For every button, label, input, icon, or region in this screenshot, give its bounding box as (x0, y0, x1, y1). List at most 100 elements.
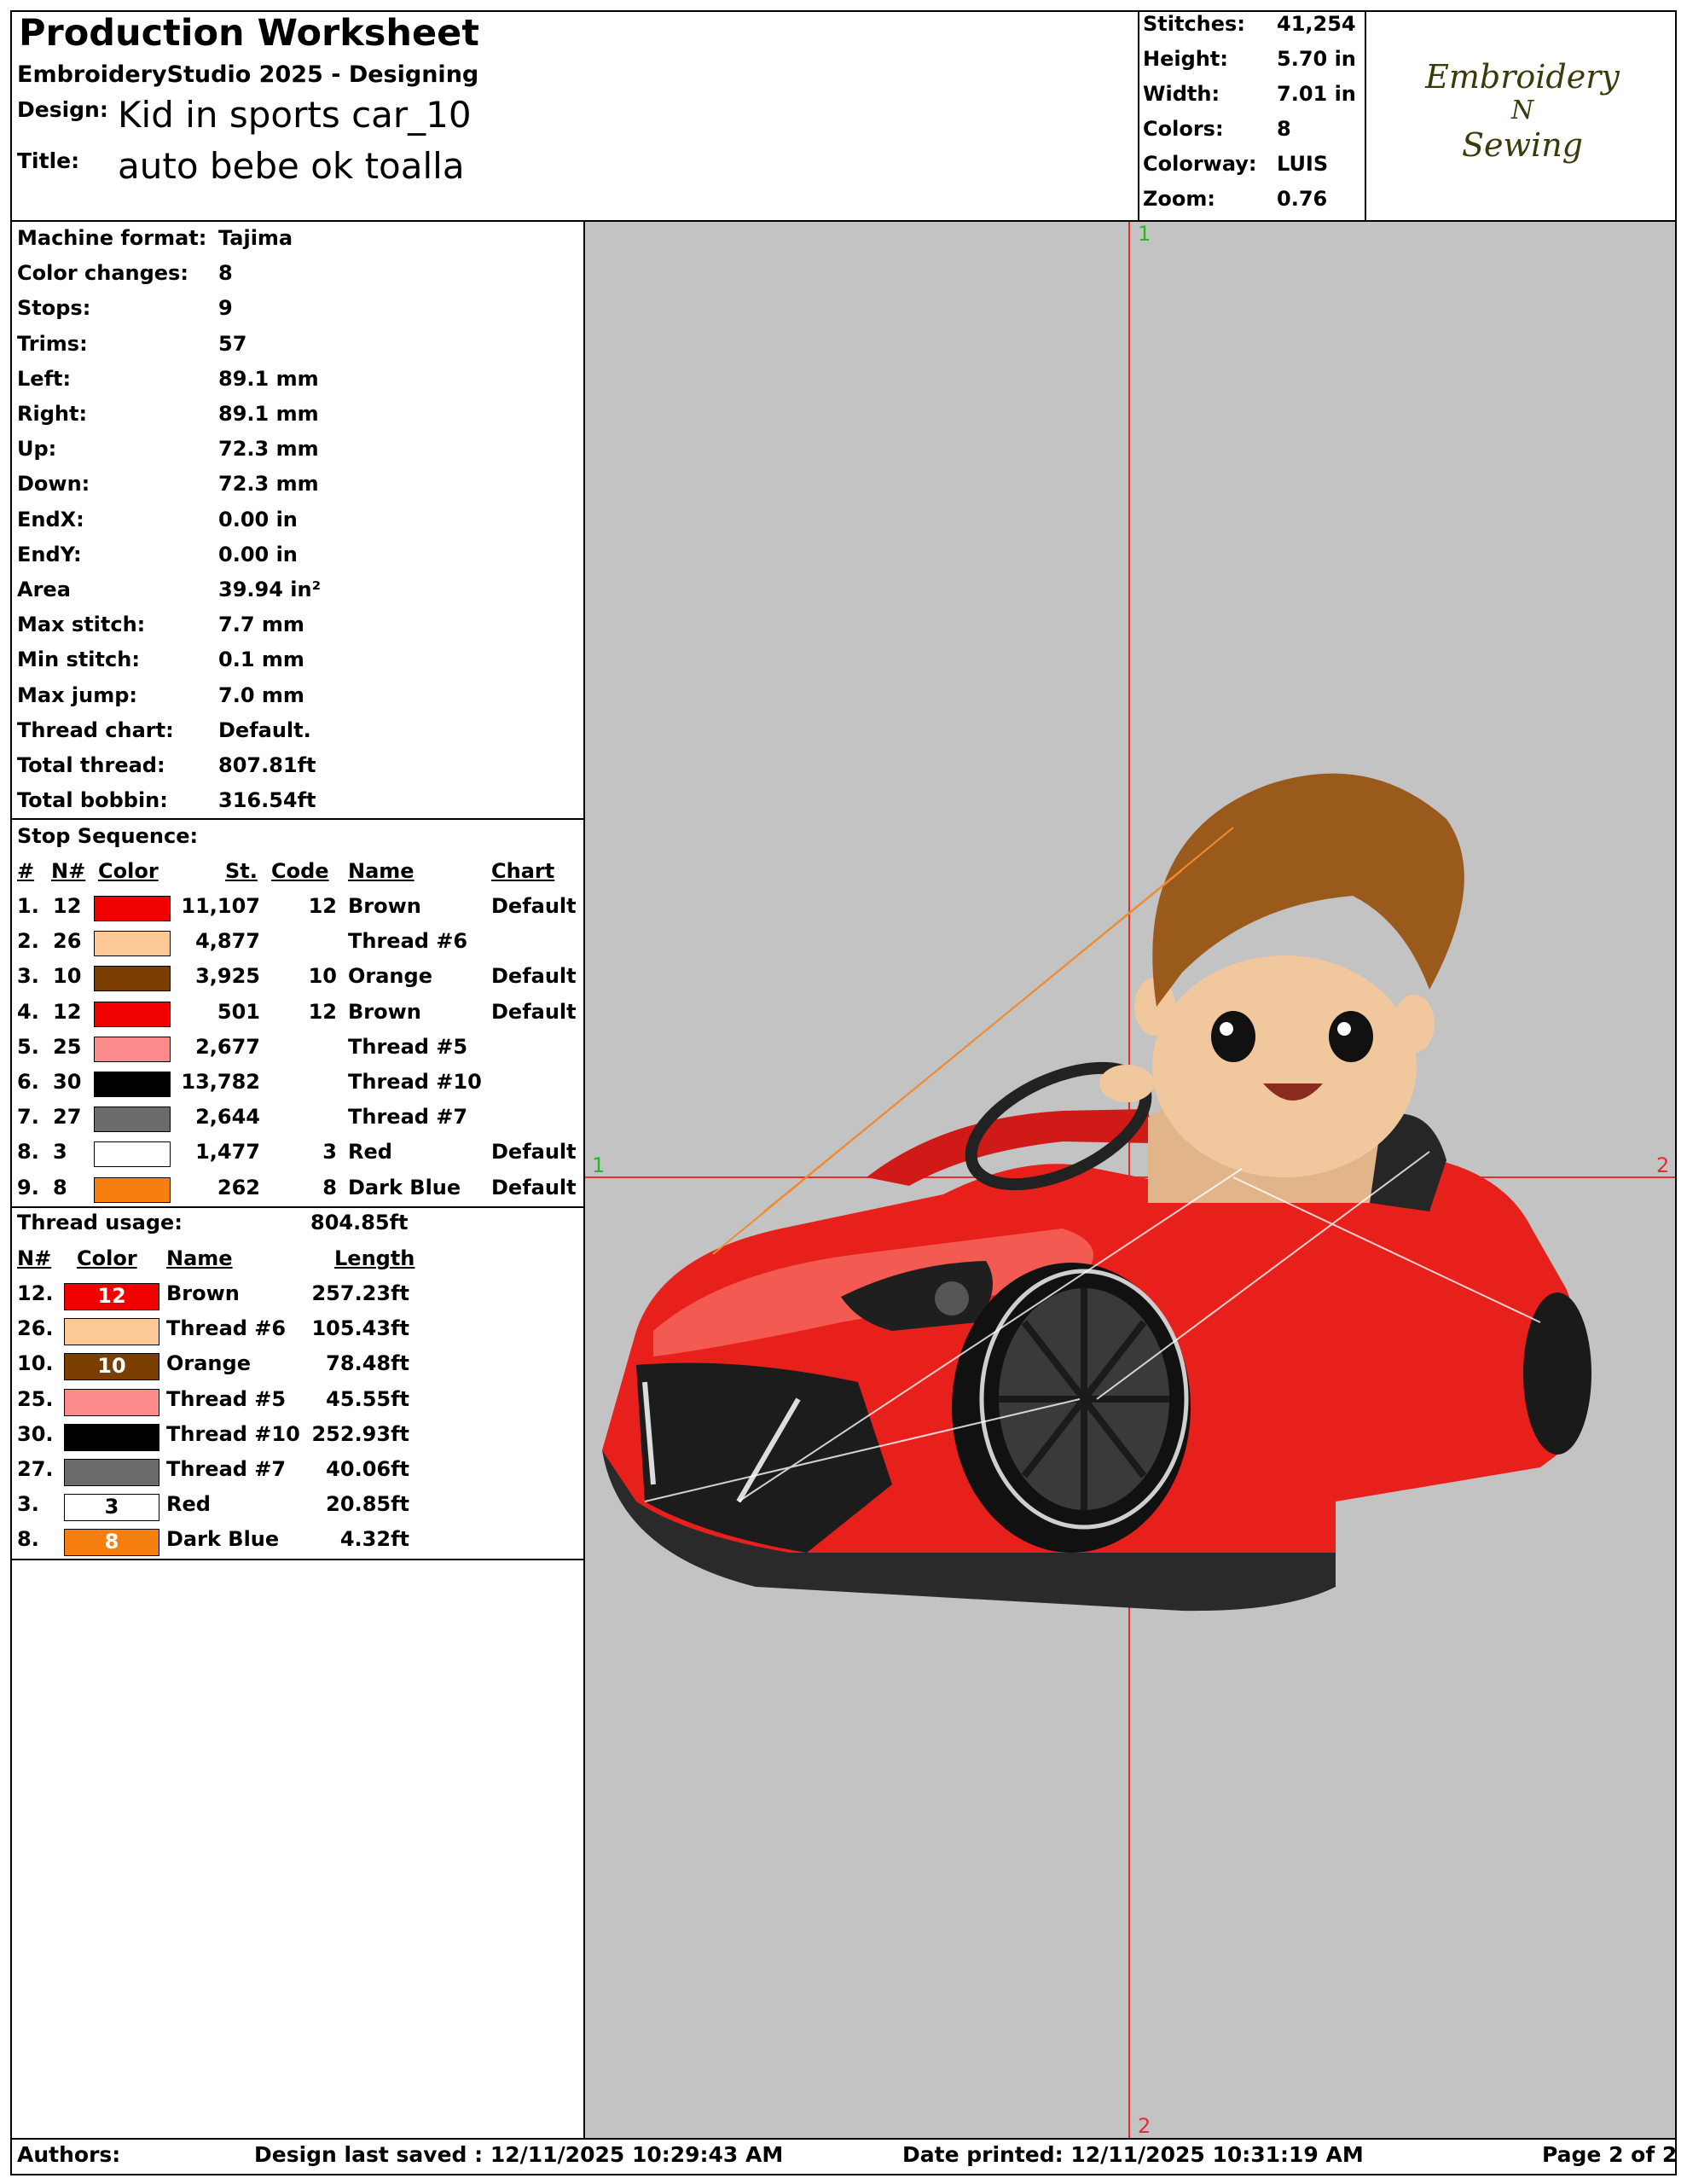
info-label: Down: (17, 472, 90, 497)
kid-eye-right-highlight (1337, 1022, 1351, 1036)
usage-color-swatch: 3 (64, 1494, 159, 1522)
car-rear-wheel (1523, 1292, 1591, 1455)
usage-length: 78.48ft (326, 1351, 409, 1376)
stops-bottom-line (10, 1206, 585, 1208)
usage-name: Thread #10 (166, 1421, 300, 1446)
stop-code: 10 (308, 964, 337, 989)
summary-value: 5.70 in (1277, 47, 1356, 71)
marker-right: 2 (1656, 1153, 1669, 1177)
stop-color-swatch (94, 896, 171, 921)
info-row: Down: 72.3 mm (17, 472, 319, 497)
usage-color-swatch (64, 1318, 159, 1346)
stop-chart: Default (491, 894, 577, 918)
info-label: Left: (17, 366, 72, 391)
stop-header-color: Color (98, 859, 159, 883)
footer-authors: Authors: (17, 2142, 121, 2167)
usage-length: 40.06ft (326, 1457, 409, 1481)
stop-stitches: 13,782 (181, 1070, 260, 1094)
stop-header-index: # (17, 859, 35, 883)
info-row: Trims: 57 (17, 332, 246, 356)
kid-eye-left-highlight (1220, 1022, 1233, 1036)
info-label: EndY: (17, 542, 82, 566)
usage-color-swatch (64, 1459, 159, 1486)
stop-name: Brown (348, 999, 421, 1024)
kid-head (1152, 956, 1417, 1177)
stop-color-swatch (94, 931, 171, 957)
brand-logo: Embroidery N Sewing (1366, 60, 1678, 162)
info-label: Up: (17, 437, 57, 462)
headlight-lens (935, 1281, 969, 1316)
info-label: Total bobbin: (17, 788, 168, 813)
usage-n: 30. (17, 1421, 54, 1446)
info-value: 7.0 mm (218, 682, 304, 707)
stop-color-swatch (94, 1036, 171, 1062)
stop-chart: Default (491, 1175, 577, 1199)
info-label: Max stitch: (17, 613, 146, 637)
info-label: Total thread: (17, 753, 165, 777)
info-label: Machine format: (17, 226, 207, 250)
stop-code: 12 (308, 894, 337, 918)
usage-color-swatch (64, 1388, 159, 1416)
preview-canvas: 1 1 2 2 (585, 222, 1675, 2138)
stop-stitches: 3,925 (195, 964, 260, 989)
usage-n: 12. (17, 1281, 54, 1305)
info-value: 7.7 mm (218, 613, 304, 637)
stop-color-swatch (94, 966, 171, 992)
info-row: Total thread: 807.81ft (17, 753, 316, 777)
stop-name: Brown (348, 894, 421, 918)
stop-name: Thread #6 (348, 929, 468, 954)
summary-label: Zoom: (1143, 187, 1215, 211)
info-row: EndX: 0.00 in (17, 508, 298, 531)
usage-name: Red (166, 1492, 211, 1517)
usage-length: 20.85ft (326, 1492, 409, 1517)
stop-name: Dark Blue (348, 1175, 461, 1199)
usage-n: 27. (17, 1457, 54, 1481)
info-value: 8 (218, 261, 233, 286)
stop-name: Orange (348, 964, 432, 989)
stop-index: 9. (17, 1175, 39, 1199)
stop-name: Red (348, 1140, 392, 1165)
stop-stitches: 501 (217, 999, 260, 1024)
kid-hand-right (1296, 1133, 1350, 1170)
stop-index: 3. (17, 964, 39, 989)
summary-label: Stitches: (1143, 12, 1245, 36)
info-row: Left: 89.1 mm (17, 366, 319, 391)
stop-chart: Default (491, 999, 577, 1024)
stop-name: Thread #5 (348, 1034, 468, 1059)
info-value: 72.3 mm (218, 472, 319, 497)
summary-label: Colors: (1143, 117, 1224, 141)
stop-n: 12 (53, 894, 82, 918)
info-label: Thread chart: (17, 717, 174, 742)
info-value: 9 (218, 296, 233, 321)
usage-name: Orange (166, 1351, 251, 1376)
thread-usage-title: Thread usage: (17, 1211, 183, 1234)
stop-name: Thread #10 (348, 1070, 482, 1094)
embroidery-design-image (602, 773, 1591, 1612)
info-label: Min stitch: (17, 648, 140, 672)
summary-value: 7.01 in (1277, 82, 1356, 106)
logo-line-1: Embroidery (1425, 58, 1620, 96)
stop-color-swatch (94, 1107, 171, 1133)
stop-stitches: 4,877 (195, 929, 260, 954)
usage-bottom-line (10, 1559, 585, 1560)
info-value: Tajima (218, 226, 293, 250)
stop-stitches: 262 (217, 1175, 260, 1199)
stop-n: 12 (53, 999, 82, 1024)
stop-n: 10 (53, 964, 82, 989)
design-label: Design: (17, 97, 108, 122)
stop-stitches: 2,677 (195, 1034, 260, 1059)
summary-label: Colorway: (1143, 152, 1257, 176)
stop-stitches: 11,107 (181, 894, 260, 918)
footer-date-printed: Date printed: 12/11/2025 10:31:19 AM (902, 2142, 1364, 2167)
stop-index: 5. (17, 1034, 39, 1059)
stop-index: 1. (17, 894, 39, 918)
info-value: 89.1 mm (218, 366, 319, 391)
marker-bottom: 2 (1138, 2114, 1151, 2138)
usage-header-length: Length (334, 1246, 415, 1270)
summary-value: 0.76 (1277, 187, 1328, 211)
usage-length: 252.93ft (311, 1421, 409, 1446)
usage-name: Brown (166, 1281, 240, 1305)
page-title: Production Worksheet (19, 12, 479, 55)
info-bottom-line (10, 818, 585, 820)
title-label: Title: (17, 148, 80, 173)
